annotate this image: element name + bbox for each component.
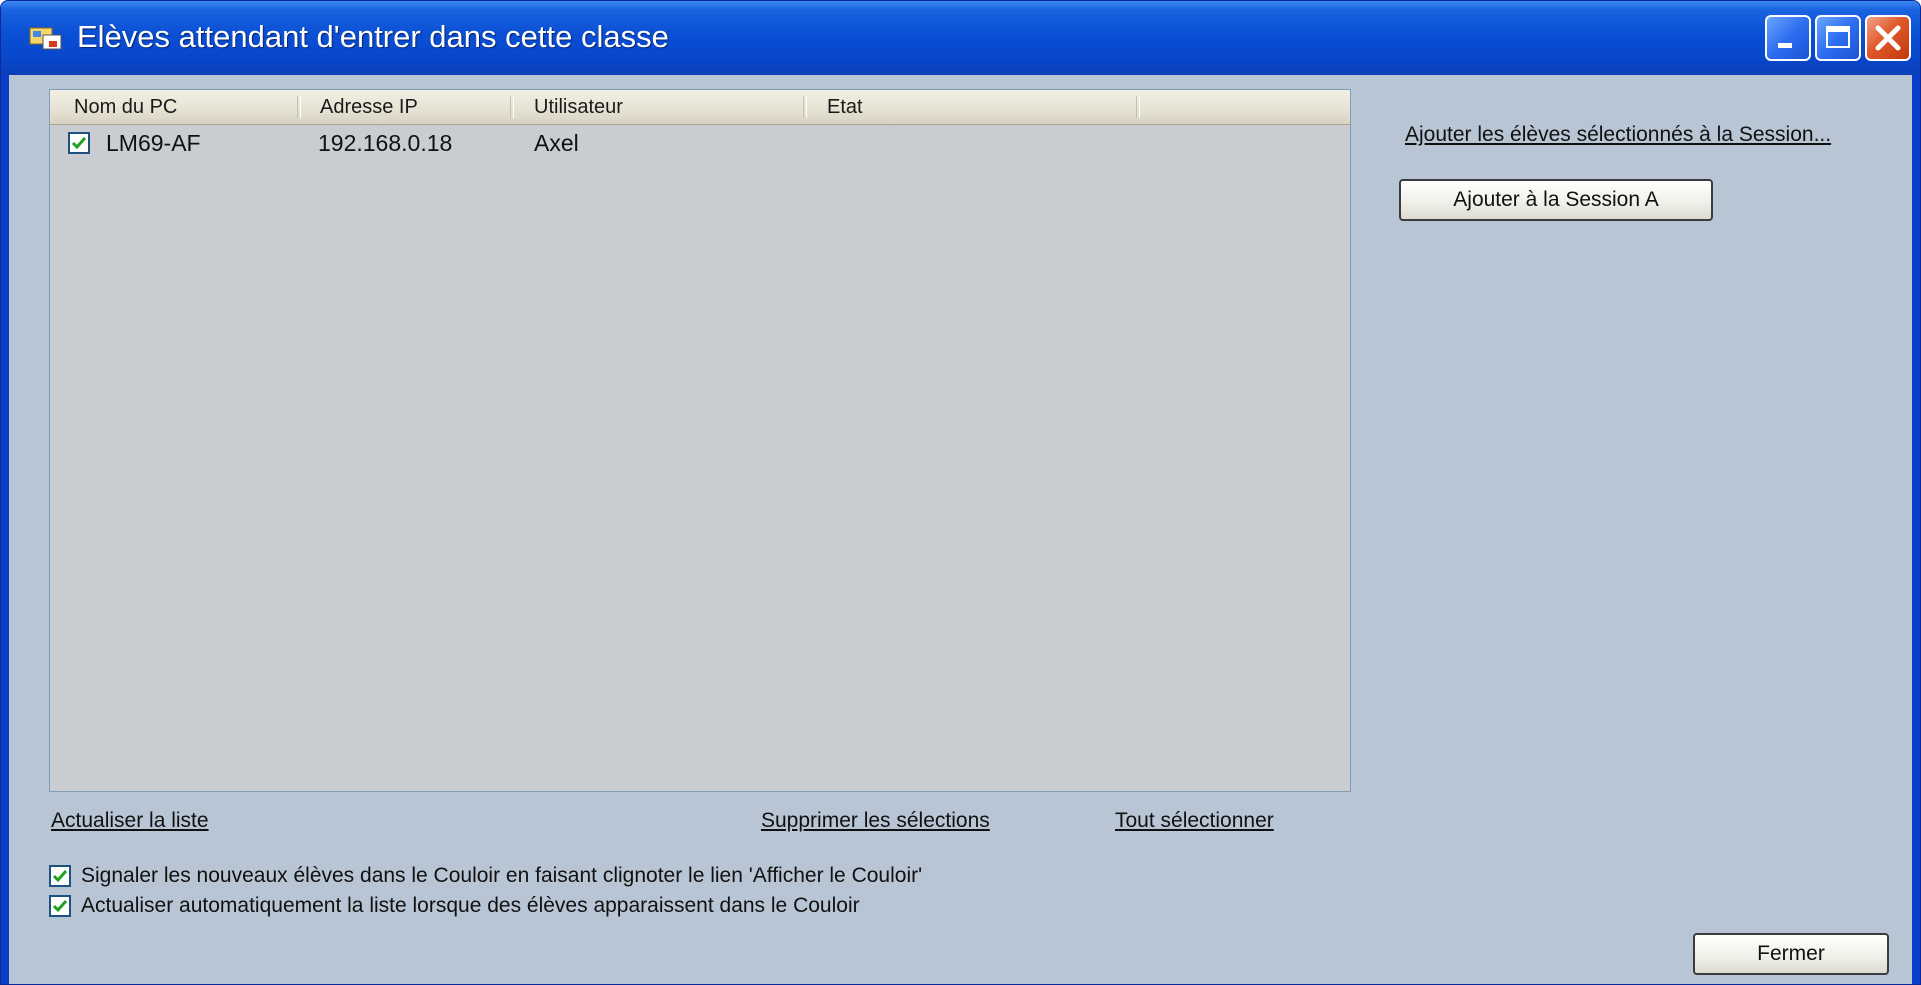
column-separator[interactable] xyxy=(297,96,301,118)
column-header-user[interactable]: Utilisateur xyxy=(534,90,623,124)
blink-option-label[interactable]: Signaler les nouveaux élèves dans le Cou… xyxy=(81,864,922,888)
title-bar[interactable]: Elèves attendant d'entrer dans cette cla… xyxy=(1,1,1920,75)
cell-pc-name: LM69-AF xyxy=(106,130,201,156)
table-row[interactable]: LM69-AF 192.168.0.18 Axel xyxy=(50,126,1350,162)
dialog-window: Elèves attendant d'entrer dans cette cla… xyxy=(0,0,1921,985)
add-to-session-button[interactable]: Ajouter à la Session A xyxy=(1399,179,1713,221)
column-header-ip[interactable]: Adresse IP xyxy=(320,90,418,124)
dialog-client-area: Nom du PC Adresse IP Utilisateur Etat LM… xyxy=(9,75,1912,984)
close-button[interactable]: Fermer xyxy=(1693,933,1889,975)
column-header-pc[interactable]: Nom du PC xyxy=(74,90,177,124)
checkmark-icon xyxy=(71,137,87,150)
refresh-list-link[interactable]: Actualiser la liste xyxy=(51,809,209,833)
minimize-button[interactable] xyxy=(1765,15,1811,61)
minimize-icon xyxy=(1778,43,1792,48)
maximize-button[interactable] xyxy=(1815,15,1861,61)
select-all-link[interactable]: Tout sélectionner xyxy=(1115,809,1274,833)
column-separator[interactable] xyxy=(803,96,807,118)
close-window-button[interactable] xyxy=(1865,15,1911,61)
cell-user: Axel xyxy=(534,130,579,156)
blink-option-checkbox[interactable] xyxy=(49,865,71,887)
auto-refresh-checkbox[interactable] xyxy=(49,895,71,917)
window-title: Elèves attendant d'entrer dans cette cla… xyxy=(77,19,669,54)
row-checkbox[interactable] xyxy=(68,132,90,154)
maximize-icon xyxy=(1826,26,1850,48)
students-list[interactable]: Nom du PC Adresse IP Utilisateur Etat LM… xyxy=(49,89,1351,792)
remove-selections-link[interactable]: Supprimer les sélections xyxy=(761,809,990,833)
column-separator[interactable] xyxy=(510,96,514,118)
cell-ip-address: 192.168.0.18 xyxy=(318,130,453,156)
add-selected-link[interactable]: Ajouter les élèves sélectionnés à la Ses… xyxy=(1405,123,1855,147)
app-icon xyxy=(29,25,65,53)
column-separator[interactable] xyxy=(1136,96,1140,118)
auto-refresh-label[interactable]: Actualiser automatiquement la liste lors… xyxy=(81,894,860,918)
column-header-state[interactable]: Etat xyxy=(827,90,863,124)
close-icon xyxy=(1875,25,1901,51)
list-header: Nom du PC Adresse IP Utilisateur Etat xyxy=(50,90,1350,125)
checkmark-icon xyxy=(52,870,68,883)
checkmark-icon xyxy=(52,900,68,913)
